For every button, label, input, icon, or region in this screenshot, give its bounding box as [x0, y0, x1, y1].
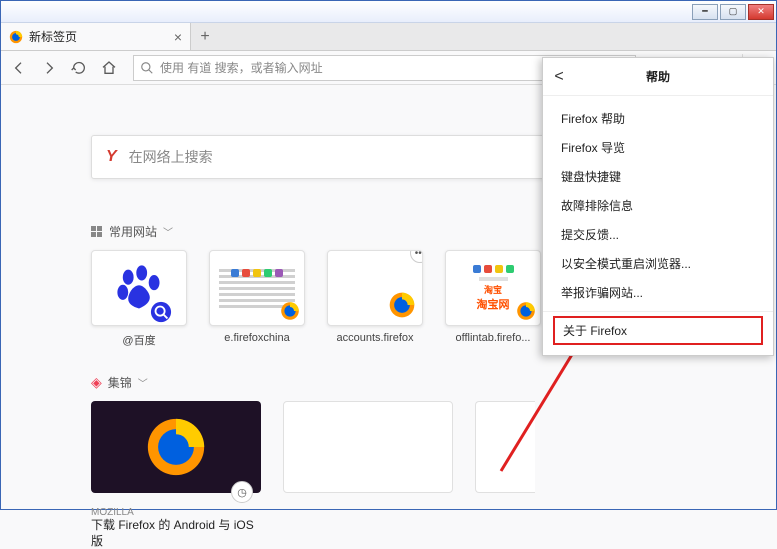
tile-more-button[interactable]: ••• [410, 250, 423, 263]
tab-close-icon[interactable]: × [174, 29, 182, 45]
forward-button[interactable] [37, 56, 61, 80]
menu-item-firefox-tour[interactable]: Firefox 导览 [543, 133, 773, 162]
firefox-icon [516, 301, 536, 321]
menu-item-safe-mode[interactable]: 以安全模式重启浏览器... [543, 249, 773, 278]
minimize-button[interactable]: ━ [692, 4, 718, 20]
highlights-row: ◷ MOZILLA 下载 Firefox 的 Android 与 iOS 版 [91, 401, 686, 549]
menu-body: Firefox 帮助 Firefox 导览 键盘快捷键 故障排除信息 提交反馈.… [543, 96, 773, 355]
tab-newtab[interactable]: 新标签页 × [1, 23, 191, 50]
search-badge-icon [150, 301, 172, 323]
story-card-mozilla[interactable]: ◷ MOZILLA 下载 Firefox 的 Android 与 iOS 版 [91, 401, 261, 549]
menu-item-feedback[interactable]: 提交反馈... [543, 220, 773, 249]
window-controls: ━ ▢ ✕ [692, 4, 776, 20]
menu-item-shortcuts[interactable]: 键盘快捷键 [543, 162, 773, 191]
youdao-logo-icon: Y [106, 148, 117, 166]
tab-title: 新标签页 [29, 28, 77, 45]
tab-strip: 新标签页 × + [1, 23, 776, 51]
back-button[interactable] [7, 56, 31, 80]
help-menu-panel: < 帮助 Firefox 帮助 Firefox 导览 键盘快捷键 故障排除信息 … [542, 57, 774, 356]
story-source: MOZILLA [91, 507, 261, 518]
tile-label: @百度 [91, 332, 187, 348]
maximize-button[interactable]: ▢ [720, 4, 746, 20]
menu-item-about-firefox[interactable]: 关于 Firefox [553, 316, 763, 345]
home-button[interactable] [97, 56, 121, 80]
chevron-down-icon: ﹀ [163, 224, 173, 239]
pocket-icon: ◈ [91, 374, 102, 391]
firefox-icon [280, 301, 300, 321]
window-titlebar: ━ ▢ ✕ [1, 1, 776, 23]
firefox-icon [144, 415, 208, 479]
chevron-down-icon: ﹀ [138, 375, 148, 390]
menu-item-troubleshoot[interactable]: 故障排除信息 [543, 191, 773, 220]
tile-firefoxchina[interactable]: e.firefoxchina [209, 250, 305, 348]
grid-icon [91, 226, 103, 238]
tile-offlinetab[interactable]: 淘宝 淘宝网 offlintab.firefo... [445, 250, 541, 348]
menu-title: 帮助 [543, 68, 773, 85]
story-title: 下载 Firefox 的 Android 与 iOS 版 [91, 518, 261, 549]
story-card-empty [475, 401, 535, 549]
reload-button[interactable] [67, 56, 91, 80]
tile-label: e.firefoxchina [209, 332, 305, 344]
menu-separator [543, 311, 773, 312]
search-icon [140, 61, 154, 75]
tile-label: offlintab.firefo... [445, 332, 541, 344]
tile-accounts-firefox[interactable]: ••• accounts.firefox [327, 250, 423, 348]
story-card-empty [283, 401, 453, 549]
thumbnail-preview: 淘宝 淘宝网 [473, 265, 514, 312]
menu-header: < 帮助 [543, 58, 773, 96]
menu-back-button[interactable]: < [543, 68, 575, 86]
url-placeholder: 使用 有道 搜索，或者输入网址 [160, 59, 323, 76]
new-tab-button[interactable]: + [191, 23, 219, 50]
menu-item-firefox-help[interactable]: Firefox 帮助 [543, 104, 773, 133]
firefox-icon [388, 291, 416, 319]
highlights-header[interactable]: ◈ 集锦 ﹀ [91, 374, 686, 391]
close-window-button[interactable]: ✕ [748, 4, 774, 20]
menu-item-report-site[interactable]: 举报诈骗网站... [543, 278, 773, 307]
tile-label: accounts.firefox [327, 332, 423, 344]
firefox-icon [9, 30, 23, 44]
search-placeholder: 在网络上搜索 [129, 147, 213, 167]
history-icon: ◷ [231, 481, 253, 503]
highlights-label: 集锦 [108, 374, 132, 391]
topsites-label: 常用网站 [109, 223, 157, 240]
tile-baidu[interactable]: @百度 [91, 250, 187, 348]
